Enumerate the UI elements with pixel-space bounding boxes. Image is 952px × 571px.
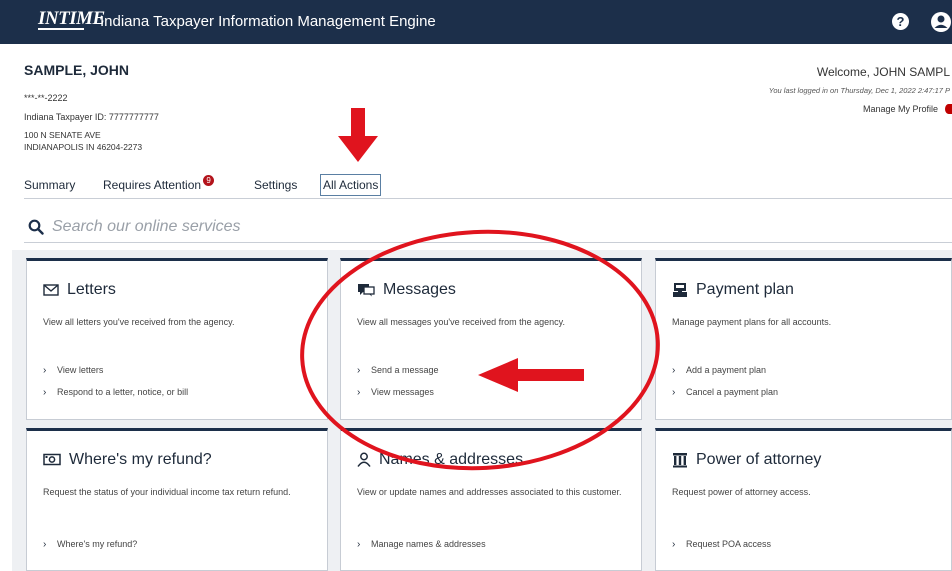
- names-addresses-description: View or update names and addresses assoc…: [357, 487, 622, 497]
- payment-plan-card-title: Payment plan: [672, 281, 794, 299]
- send-message-link[interactable]: › Send a message: [357, 365, 439, 376]
- logo-underline: [38, 28, 84, 30]
- names-addresses-title-text: Names & addresses: [379, 451, 524, 468]
- service-search: [28, 214, 952, 242]
- search-icon: [28, 219, 44, 235]
- send-message-label: Send a message: [371, 365, 439, 375]
- cancel-payment-plan-link[interactable]: › Cancel a payment plan: [672, 387, 778, 398]
- profile-alert-indicator: [945, 104, 952, 114]
- user-account-icon[interactable]: [930, 11, 952, 33]
- tab-settings[interactable]: Settings: [254, 175, 297, 195]
- tabs-divider: [24, 198, 952, 199]
- chat-icon: [358, 283, 375, 297]
- view-messages-link[interactable]: › View messages: [357, 387, 434, 398]
- respond-letter-link[interactable]: › Respond to a letter, notice, or bill: [43, 387, 188, 398]
- request-poa-link[interactable]: › Request POA access: [672, 539, 771, 550]
- wheres-my-refund-label: Where's my refund?: [57, 539, 138, 549]
- search-divider: [24, 242, 952, 243]
- payment-plan-description: Manage payment plans for all accounts.: [672, 317, 832, 327]
- chevron-right-icon: ›: [43, 387, 47, 398]
- search-input[interactable]: [52, 214, 932, 240]
- envelope-icon: [43, 284, 59, 296]
- app-title: Indiana Taxpayer Information Management …: [100, 13, 436, 30]
- wheres-my-refund-link[interactable]: › Where's my refund?: [43, 539, 137, 550]
- messages-card: Messages View all messages you've receiv…: [340, 258, 642, 420]
- tab-requires-attention[interactable]: Requires Attention 9: [103, 175, 215, 195]
- chevron-right-icon: ›: [672, 365, 676, 376]
- money-icon: [43, 454, 61, 466]
- taxpayer-id: Indiana Taxpayer ID: 7777777777: [24, 112, 159, 122]
- view-messages-label: View messages: [371, 387, 434, 397]
- refund-card-title: Where's my refund?: [43, 451, 212, 469]
- actions-grid: Letters View all letters you've received…: [12, 250, 952, 571]
- attention-count-badge: 9: [203, 175, 215, 186]
- request-poa-label: Request POA access: [686, 539, 772, 549]
- intime-logo[interactable]: INTIME: [38, 8, 105, 30]
- welcome-text: Welcome, JOHN SAMPL: [816, 65, 950, 79]
- tab-requires-attention-label: Requires Attention: [103, 178, 202, 192]
- refund-card: Where's my refund? Request the status of…: [26, 428, 328, 571]
- add-payment-plan-link[interactable]: › Add a payment plan: [672, 365, 766, 376]
- view-letters-label: View letters: [57, 365, 104, 375]
- chevron-right-icon: ›: [43, 365, 47, 376]
- person-icon: [357, 452, 371, 468]
- register-icon: [673, 282, 687, 297]
- letters-card: Letters View all letters you've received…: [26, 258, 328, 420]
- names-addresses-card-title: Names & addresses: [357, 451, 523, 469]
- chevron-right-icon: ›: [357, 365, 361, 376]
- last-login-text: You last logged in on Thursday, Dec 1, 2…: [768, 86, 950, 95]
- messages-description: View all messages you've received from t…: [357, 317, 565, 327]
- tab-all-actions[interactable]: All Actions: [320, 174, 382, 196]
- chevron-right-icon: ›: [43, 539, 47, 550]
- chevron-right-icon: ›: [672, 387, 676, 398]
- manage-names-link[interactable]: › Manage names & addresses: [357, 539, 486, 550]
- payment-plan-card: Payment plan Manage payment plans for al…: [655, 258, 952, 420]
- letters-description: View all letters you've received from th…: [43, 317, 235, 327]
- power-of-attorney-card-title: Power of attorney: [672, 451, 821, 469]
- payment-plan-title-text: Payment plan: [696, 281, 794, 298]
- refund-description: Request the status of your individual in…: [43, 487, 291, 497]
- power-of-attorney-card: Power of attorney Request power of attor…: [655, 428, 952, 571]
- letters-title-text: Letters: [67, 281, 116, 298]
- manage-names-label: Manage names & addresses: [371, 539, 486, 549]
- down-arrow-annotation: [338, 108, 378, 162]
- add-payment-plan-label: Add a payment plan: [686, 365, 767, 375]
- refund-title-text: Where's my refund?: [69, 451, 212, 468]
- tab-summary[interactable]: Summary: [24, 175, 75, 195]
- address-line-2: INDIANAPOLIS IN 46204-2273: [24, 142, 143, 152]
- messages-title-text: Messages: [383, 281, 456, 298]
- chevron-right-icon: ›: [672, 539, 676, 550]
- power-of-attorney-title-text: Power of attorney: [696, 451, 822, 468]
- cancel-payment-plan-label: Cancel a payment plan: [686, 387, 779, 397]
- letters-card-title: Letters: [43, 281, 116, 299]
- address-line-1: 100 N SENATE AVE: [24, 130, 101, 140]
- respond-letter-label: Respond to a letter, notice, or bill: [57, 387, 189, 397]
- power-of-attorney-description: Request power of attorney access.: [672, 487, 811, 497]
- view-letters-link[interactable]: › View letters: [43, 365, 103, 376]
- masked-ssn: ***-**-2222: [24, 93, 68, 103]
- names-addresses-card: Names & addresses View or update names a…: [340, 428, 642, 571]
- chevron-right-icon: ›: [357, 387, 361, 398]
- manage-profile-link[interactable]: Manage My Profile: [863, 104, 938, 114]
- messages-card-title: Messages: [357, 281, 456, 299]
- building-icon: [673, 452, 687, 468]
- taxpayer-name: SAMPLE, JOHN: [24, 62, 130, 78]
- chevron-right-icon: ›: [357, 539, 361, 550]
- top-bar: INTIME Indiana Taxpayer Information Mana…: [0, 0, 952, 44]
- help-icon[interactable]: ?: [892, 13, 909, 30]
